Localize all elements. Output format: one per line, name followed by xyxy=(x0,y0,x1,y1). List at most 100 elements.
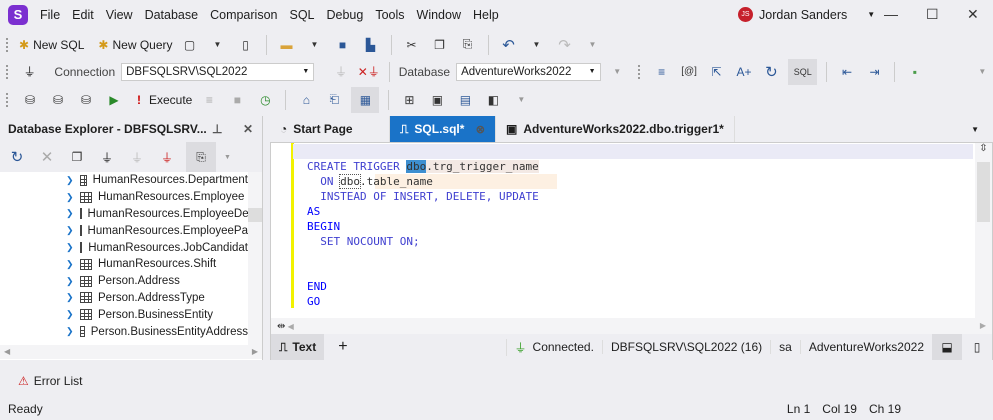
chevron-down-icon[interactable]: ▼ xyxy=(526,35,548,55)
code-content[interactable]: CREATE TRIGGER dbo.trg_trigger_name ON d… xyxy=(307,144,539,309)
comment-icon[interactable]: ▪ xyxy=(904,62,925,82)
tree-item[interactable]: ❯ Person.Address xyxy=(0,273,248,290)
menu-file[interactable]: File xyxy=(40,8,60,22)
collapse-all-icon[interactable]: ❐ xyxy=(66,147,88,167)
tree-item[interactable]: ❯ HumanResources.Employee xyxy=(0,189,248,206)
tree-item[interactable]: ❯ Person.BusinessEntityAddress xyxy=(0,323,248,340)
chevron-down-icon[interactable]: ▼ xyxy=(582,35,604,55)
new-document-icon[interactable]: ▢ xyxy=(179,35,201,55)
copy-icon[interactable]: ❐ xyxy=(429,35,451,55)
disconnect-icon[interactable]: ⏚ xyxy=(330,62,351,82)
results-grid-icon[interactable]: ▦ xyxy=(351,86,380,113)
undo-icon[interactable]: ↶ xyxy=(498,35,520,55)
chevron-down-icon[interactable]: ▼ xyxy=(304,35,326,55)
menu-sql[interactable]: SQL xyxy=(289,8,314,22)
tree-item[interactable]: ❯ HumanResources.Shift xyxy=(0,256,248,273)
menu-comparison[interactable]: Comparison xyxy=(210,8,277,22)
delete-icon[interactable]: ✕ xyxy=(36,147,58,167)
database-edit-icon[interactable]: ⛁ xyxy=(19,90,41,110)
chevron-down-icon[interactable]: ▼ xyxy=(607,62,628,82)
toolbar-grip[interactable] xyxy=(6,64,9,79)
maximize-button[interactable]: ☐ xyxy=(926,6,939,23)
chevron-down-icon[interactable]: ▼ xyxy=(224,154,231,161)
text-view-tab[interactable]: ⎍ Text xyxy=(271,334,325,360)
new-sql-button[interactable]: ✱ New SQL xyxy=(19,38,84,52)
chevron-down-icon[interactable]: ▼ xyxy=(207,35,229,55)
menu-database[interactable]: Database xyxy=(145,8,199,22)
cut-icon[interactable]: ✂ xyxy=(401,35,423,55)
remove-connection-icon[interactable]: ⏚ xyxy=(156,147,178,167)
close-button[interactable]: ✕ xyxy=(967,6,979,23)
menu-window[interactable]: Window xyxy=(417,8,461,22)
export-icon[interactable]: ◧ xyxy=(482,90,504,110)
new-query-button[interactable]: ✱ New Query xyxy=(98,38,172,52)
connection-select[interactable]: DBFSQLSRV\SQL2022 ▼ xyxy=(121,62,315,81)
minimize-button[interactable]: — xyxy=(884,6,898,22)
run-icon[interactable]: ▶ xyxy=(103,90,125,110)
refresh-icon[interactable]: ↻ xyxy=(6,147,28,167)
tab-sql[interactable]: ⎍ SQL.sql* ⊗ xyxy=(390,116,496,142)
save-all-icon[interactable]: ▙ xyxy=(360,35,382,55)
history-icon[interactable]: ◷ xyxy=(254,90,276,110)
save-icon[interactable]: ■ xyxy=(332,35,354,55)
horizontal-scrollbar[interactable]: ◀ ▶ xyxy=(0,345,262,359)
user-account[interactable]: JS Jordan Sanders ▼ xyxy=(738,7,875,22)
tab-start-page[interactable]: ◔ Start Page xyxy=(270,116,390,142)
select-icon[interactable]: ⇱ xyxy=(706,62,727,82)
database-refresh-icon[interactable]: ⛁ xyxy=(47,90,69,110)
new-connection-icon[interactable]: ⏚ xyxy=(19,62,40,82)
redo-icon[interactable]: ↷ xyxy=(554,35,576,55)
vertical-scrollbar[interactable] xyxy=(248,172,262,345)
menu-edit[interactable]: Edit xyxy=(72,8,94,22)
parameter-icon[interactable]: [@] xyxy=(678,62,699,82)
pin-icon[interactable]: ⊥ xyxy=(212,122,222,136)
query-profiler-icon[interactable]: ⌂ xyxy=(295,90,317,110)
chevron-down-icon[interactable]: ▼ xyxy=(510,90,532,110)
new-file-icon[interactable]: ▯ xyxy=(235,35,257,55)
refresh-icon[interactable]: ↻ xyxy=(761,62,782,82)
chevron-down-icon[interactable]: ▼ xyxy=(972,62,993,82)
editor-vertical-scrollbar[interactable]: ⇳ xyxy=(975,143,992,318)
toolbar-grip[interactable] xyxy=(6,37,9,52)
case-icon[interactable]: A+ xyxy=(733,62,754,82)
filter-icon[interactable]: ⎘ xyxy=(186,142,216,172)
results-text-icon[interactable]: ⎗ xyxy=(323,90,345,110)
tree-item[interactable]: ❯ HumanResources.JobCandidat xyxy=(0,239,248,256)
outdent-icon[interactable]: ⇤ xyxy=(836,62,857,82)
tabs-overflow-icon[interactable]: ▼ xyxy=(971,125,979,134)
tree-item[interactable]: ❯ HumanResources.EmployeePay xyxy=(0,222,248,239)
add-view-button[interactable]: + xyxy=(338,338,347,356)
execute-line-icon[interactable]: ≡ xyxy=(198,90,220,110)
database-select[interactable]: AdventureWorks2022 ▼ xyxy=(456,62,601,81)
tree-item[interactable]: ❯ Person.BusinessEntity xyxy=(0,306,248,323)
toolbar-grip[interactable] xyxy=(6,92,9,107)
editor-horizontal-scrollbar[interactable]: ⇹ ◀ ▶ xyxy=(271,318,992,334)
chart-icon[interactable]: ▣ xyxy=(426,90,448,110)
database-check-icon[interactable]: ⛁ xyxy=(75,90,97,110)
tab-trigger[interactable]: ▣ AdventureWorks2022.dbo.trigger1* xyxy=(496,116,735,142)
disconnect-icon[interactable]: ⏚ xyxy=(126,147,148,167)
menu-help[interactable]: Help xyxy=(473,8,499,22)
error-list-tab[interactable]: ⚠ Error List xyxy=(18,374,82,388)
open-folder-icon[interactable]: ▬ xyxy=(276,35,298,55)
stop-icon[interactable]: ■ xyxy=(226,90,248,110)
menu-debug[interactable]: Debug xyxy=(327,8,364,22)
menu-tools[interactable]: Tools xyxy=(375,8,404,22)
close-tab-icon[interactable]: ⊗ xyxy=(476,123,485,136)
new-connection-icon[interactable]: ⏚ xyxy=(96,147,118,167)
indent-icon[interactable]: ⇥ xyxy=(864,62,885,82)
paste-icon[interactable]: ⎘ xyxy=(457,35,479,55)
execute-button[interactable]: ! Execute xyxy=(137,93,192,107)
tree-item[interactable]: ❯ Person.AddressType xyxy=(0,290,248,307)
import-icon[interactable]: ▤ xyxy=(454,90,476,110)
menu-view[interactable]: View xyxy=(106,8,133,22)
close-panel-icon[interactable]: ✕ xyxy=(243,122,253,136)
tree-item[interactable]: ❯ HumanResources.Department xyxy=(0,172,248,189)
tree-item[interactable]: ❯ HumanResources.EmployeeDep xyxy=(0,206,248,223)
sql-validate-button[interactable]: SQL xyxy=(788,58,818,85)
toggle-editor-only-icon[interactable]: ▯ xyxy=(962,337,992,357)
chevron-down-icon[interactable]: ▼ xyxy=(867,10,875,19)
sql-editor[interactable]: CREATE TRIGGER dbo.trg_trigger_name ON d… xyxy=(270,142,993,360)
remove-connection-icon[interactable]: ✕⏚ xyxy=(358,62,380,82)
format-icon[interactable]: ≡ xyxy=(651,62,672,82)
